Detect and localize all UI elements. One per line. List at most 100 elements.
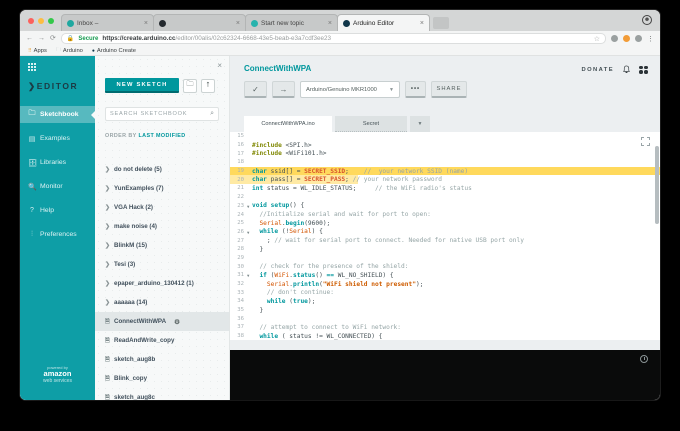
- code-editor[interactable]: 15 16 #include <SPI.h> 17 #include <WiFi101.…: [230, 132, 660, 340]
- apps-grid-icon: ⠿: [28, 47, 32, 54]
- help-icon: ?: [30, 207, 34, 214]
- code-scrollbar[interactable]: [655, 146, 659, 224]
- folder-label: epaper_arduino_130412 (1): [114, 280, 194, 287]
- line-number: 20: [237, 176, 244, 183]
- folder-row[interactable]: ❯ do not delete (5): [95, 160, 229, 179]
- folder-row[interactable]: ❯ VGA Hack (2): [95, 198, 229, 217]
- chrome-menu-icon[interactable]: ⋮: [647, 35, 654, 43]
- chevron-right-icon[interactable]: ❯: [105, 242, 110, 249]
- chevron-right-icon[interactable]: ❯: [105, 185, 110, 192]
- sidebar-item-libraries[interactable]: 🗄 Libraries: [20, 154, 95, 171]
- chevron-right-icon[interactable]: ❯: [105, 280, 110, 287]
- code-line: 17 #include <WiFi101.h>: [230, 149, 660, 158]
- code-token: SECRET_PASS: [304, 176, 346, 184]
- upload-button[interactable]: →: [272, 81, 295, 98]
- code-token: status = WL_IDLE_STATUS;: [263, 184, 375, 192]
- file-tab-secret[interactable]: Secret: [335, 116, 407, 132]
- bookmark-apps[interactable]: ⠿ Apps: [28, 48, 47, 54]
- sidebar-item-sketchbook[interactable]: 🗀 Sketchbook: [20, 106, 95, 123]
- browser-tab-github[interactable]: ×: [153, 14, 246, 31]
- browser-tab-inbox-[interactable]: Inbox – ×: [61, 14, 154, 31]
- url-input[interactable]: 🔒 Secure https://create.arduino.cc/edito…: [60, 33, 606, 44]
- upload-sketch-icon[interactable]: ⭡: [201, 78, 215, 93]
- folder-row[interactable]: ❯ Tesi (3): [95, 255, 229, 274]
- extension-icon[interactable]: [611, 35, 618, 42]
- folder-row[interactable]: ❯ BlinkM (15): [95, 236, 229, 255]
- sketch-row-sketch_aug8b[interactable]: 🗎 sketch_aug8b: [95, 350, 229, 369]
- sketch-row-readandwrite_copy[interactable]: 🗎 ReadAndWrite_copy: [95, 331, 229, 350]
- sidebar-item-monitor[interactable]: 🔍 Monitor: [20, 178, 95, 195]
- folder-row[interactable]: ❯ aaaaaa (14): [95, 293, 229, 312]
- order-by-last-modified-link[interactable]: LAST MODIFIED: [138, 133, 185, 139]
- sidebar-item-preferences[interactable]: ⫶ Preferences: [20, 226, 95, 243]
- close-panel-icon[interactable]: ×: [217, 62, 222, 70]
- chevron-right-icon[interactable]: ❯: [105, 299, 110, 306]
- extension-icon[interactable]: [623, 35, 630, 42]
- reload-icon[interactable]: ⟳: [50, 35, 56, 42]
- chevron-right-icon[interactable]: ❯: [105, 204, 110, 211]
- bookmark-star-icon[interactable]: ☆: [594, 35, 600, 43]
- forum-favicon: [251, 19, 258, 27]
- browser-tab-arduino-editor[interactable]: Arduino Editor ×: [337, 14, 430, 31]
- code-line: 23 ▼ void setup() {: [230, 202, 660, 211]
- clock-icon[interactable]: [640, 355, 648, 363]
- bookmark-arduino-create[interactable]: ● Arduino Create: [92, 48, 136, 54]
- file-tab-dropdown[interactable]: ▼: [410, 116, 430, 132]
- import-sketch-icon[interactable]: 🗀: [183, 78, 197, 93]
- sketch-row-connectwithwpa[interactable]: 🗎 ConnectWithWPA ⚙: [95, 312, 229, 331]
- lock-icon: 🔒: [66, 36, 75, 42]
- code-token: #include: [252, 141, 282, 149]
- chevron-right-icon[interactable]: ❯: [105, 166, 110, 173]
- close-tab-icon[interactable]: ×: [328, 20, 332, 27]
- close-window-button[interactable]: [28, 17, 34, 24]
- close-tab-icon[interactable]: ×: [236, 20, 240, 27]
- sidebar-item-examples[interactable]: ▤ Examples: [20, 130, 95, 147]
- forward-icon[interactable]: →: [38, 35, 45, 42]
- sketch-label: ReadAndWrite_copy: [114, 337, 175, 344]
- chevron-right-icon[interactable]: ❯: [105, 223, 110, 230]
- new-tab-button[interactable]: [433, 17, 449, 29]
- sidebar-item-label: Monitor: [40, 183, 63, 190]
- extension-icon[interactable]: [635, 35, 642, 42]
- file-tab-connectwithwpa-ino[interactable]: ConnectWithWPA.ino: [244, 116, 332, 132]
- code-token: // wait for serial port to connect. Need…: [274, 237, 524, 245]
- folder-row[interactable]: ❯ epaper_arduino_130412 (1): [95, 274, 229, 293]
- apps-grid-icon[interactable]: [20, 56, 36, 71]
- new-sketch-button[interactable]: NEW SKETCH: [105, 78, 179, 93]
- folder-row[interactable]: ❯ YunExamples (7): [95, 179, 229, 198]
- fullscreen-expand-icon[interactable]: [641, 137, 650, 146]
- donate-link[interactable]: DONATE: [582, 67, 614, 73]
- bookmark-arduino[interactable]: 🗀 Arduino: [56, 47, 83, 55]
- code-token: // attempt to connect to WiFi network:: [259, 323, 402, 331]
- board-select[interactable]: Arduino/Genuino MKR1000 ▼: [300, 81, 400, 98]
- close-tab-icon[interactable]: ×: [144, 20, 148, 27]
- back-icon[interactable]: ←: [26, 35, 33, 42]
- browser-tab-start-new-topic[interactable]: Start new topic ×: [245, 14, 338, 31]
- arduino-dot-icon: ●: [91, 47, 95, 54]
- chevron-right-icon[interactable]: ❯: [105, 261, 110, 268]
- zoom-window-button[interactable]: [48, 17, 54, 24]
- code-token: Serial: [266, 280, 290, 288]
- code-token: <WiFi101.h>: [281, 150, 327, 158]
- minimize-window-button[interactable]: [38, 17, 44, 24]
- sketch-row-sketch_aug8c[interactable]: 🗎 sketch_aug8c: [95, 388, 229, 400]
- share-button[interactable]: SHARE: [431, 81, 467, 98]
- folder-row[interactable]: ❯ make noise (4): [95, 217, 229, 236]
- sidebar-item-help[interactable]: ? Help: [20, 202, 95, 219]
- gear-icon[interactable]: ⚙: [174, 318, 180, 326]
- line-number: 23: [237, 202, 244, 209]
- more-actions-button[interactable]: •••: [405, 81, 426, 98]
- code-text: while ( status != WL_CONNECTED) {: [246, 333, 382, 340]
- sidebar-item-label: Sketchbook: [40, 111, 79, 118]
- folder-label: make noise (4): [114, 223, 157, 230]
- profile-icon[interactable]: ☻: [642, 15, 652, 25]
- arduino-apps-icon[interactable]: [639, 65, 648, 74]
- code-line: 19 char ssid[] = SECRET_SSID; // your net…: [230, 166, 660, 176]
- editor-bottom-strip: [230, 340, 660, 350]
- close-tab-icon[interactable]: ×: [420, 20, 424, 27]
- search-sketchbook-input[interactable]: [110, 111, 211, 117]
- sketch-row-blink_copy[interactable]: 🗎 Blink_copy: [95, 369, 229, 388]
- verify-button[interactable]: ✓: [244, 81, 267, 98]
- notifications-bell-icon[interactable]: [622, 65, 631, 74]
